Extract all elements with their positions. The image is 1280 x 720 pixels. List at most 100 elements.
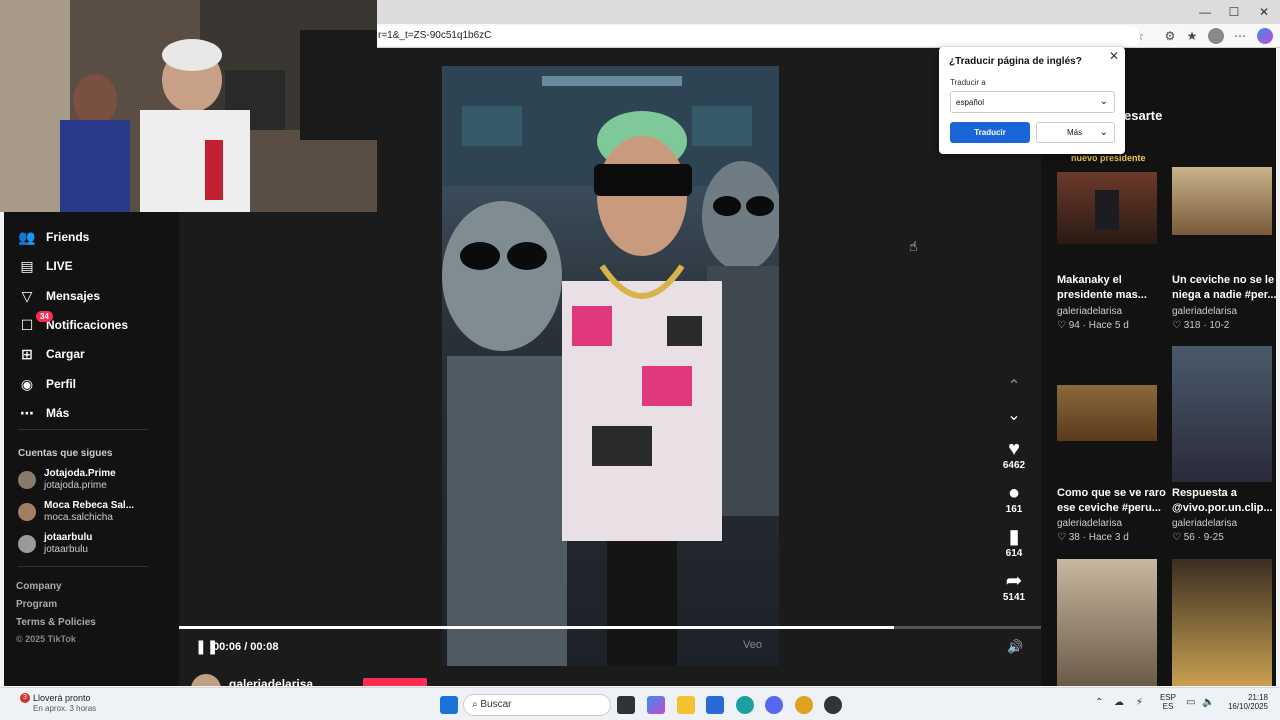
rec-meta: ♡ 318 · 10-2 [1172,320,1230,331]
video-frame[interactable] [442,66,779,666]
bookmark-button[interactable]: ▮ 614 [994,526,1034,559]
rec-likes: 38 [1068,532,1080,543]
rec-likes: 94 [1068,320,1080,331]
rec-thumbnail[interactable] [1057,559,1157,686]
windows-start-icon[interactable] [440,696,458,714]
follow-button[interactable] [363,678,427,686]
comment-button[interactable]: ● 161 [994,482,1034,515]
avatar [18,471,36,489]
sidebar-item-label: Notificaciones [46,318,129,332]
sidebar-item-messages[interactable]: ▽ Mensajes [18,284,100,308]
like-button[interactable]: ♥ 6462 [994,438,1034,471]
weather-title[interactable]: Lloverá pronto [33,693,91,703]
app-icon[interactable] [824,696,842,714]
following-item[interactable]: Jotajoda.Prime jotajoda.prime [18,468,116,492]
close-icon[interactable]: ✕ [1109,49,1119,63]
following-name: Moca Rebeca Sal... [44,500,135,511]
extensions-icon[interactable]: ⚙ [1162,28,1178,44]
volume-icon[interactable]: 🔈 [1202,697,1214,708]
volume-icon[interactable]: 🔊 [1007,639,1023,655]
cloud-icon[interactable]: ☁ [1114,697,1124,708]
sidebar-item-label: Perfil [46,377,77,391]
windows-taskbar: 3 Lloverá pronto En aprox. 3 horas ⌕ Bus… [0,687,1280,720]
sidebar-item-profile[interactable]: ◉ Perfil [18,372,76,396]
rec-meta: ♡ 38 · Hace 3 d [1057,532,1129,543]
rec-thumbnail[interactable] [1172,346,1272,482]
favorites-icon[interactable]: ★ [1184,28,1200,44]
minimize-button[interactable]: — [1190,2,1220,22]
progress-bar[interactable] [179,626,1041,629]
comment-icon: ● [1007,482,1021,504]
translate-title: ¿Traducir página de inglés? [949,56,1082,67]
profile-icon: ◉ [20,375,34,392]
network-icon[interactable]: ▭ [1186,697,1195,708]
avatar [18,503,36,521]
following-item[interactable]: jotaarbulu jotaarbulu [18,532,92,556]
recs-header: esarte [1124,108,1163,123]
sidebar-item-more[interactable]: ⋯ Más [18,401,69,425]
menu-more-icon[interactable]: ⋯ [1232,28,1248,44]
sidebar-item-label: Mensajes [46,289,101,303]
friends-icon: 👥 [18,228,36,245]
rec-thumbnail[interactable] [1172,167,1272,235]
prev-video-button[interactable]: ⌃ [994,376,1034,396]
divider [18,566,148,567]
next-video-button[interactable]: ⌄ [994,405,1034,425]
footer-link-company[interactable]: Company [16,581,62,592]
thumb-caption: nuevo presidente [1071,153,1146,163]
rec-likes: 318 [1183,320,1201,331]
sidebar-item-friends[interactable]: 👥 Friends [18,225,89,249]
rec-title[interactable]: Como que se ve raro ese ceviche #peru... [1057,486,1169,516]
rec-thumbnail[interactable] [1172,559,1272,686]
rec-title[interactable]: Respuesta a @vivo.por.un.clip... [1172,486,1276,516]
progress-fill [179,626,895,629]
translate-popup: ¿Traducir página de inglés? ✕ Traducir a… [939,47,1125,154]
avatar [18,535,36,553]
following-name: jotaarbulu [44,532,93,543]
search-placeholder: Buscar [480,699,512,710]
following-item[interactable]: Moca Rebeca Sal... moca.salchicha [18,500,134,524]
footer-link-program[interactable]: Program [16,599,57,610]
store-icon[interactable] [706,696,724,714]
chrome-icon[interactable] [795,696,813,714]
tray-app-icon[interactable]: ⚡ [1136,697,1143,708]
tray-chevron-icon[interactable]: ⌃ [1095,697,1103,708]
discord-icon[interactable] [765,696,783,714]
translate-button[interactable]: Traducir [950,122,1030,143]
taskbar-search[interactable]: ⌕ Buscar [463,694,611,716]
author-avatar[interactable] [191,674,221,686]
weather-badge: 3 [20,693,30,703]
rec-user[interactable]: galeriadelarisa [1057,306,1122,317]
maximize-button[interactable]: ☐ [1219,2,1249,22]
language-indicator[interactable]: ESP ES [1160,693,1176,711]
edge-browser-icon[interactable] [736,696,754,714]
following-title: Cuentas que sigues [18,448,113,459]
rec-thumbnail[interactable] [1057,385,1157,441]
footer-link-terms[interactable]: Terms & Policies [16,617,96,628]
sidebar-item-upload[interactable]: ⊞ Cargar [18,342,85,366]
rec-user[interactable]: galeriadelarisa [1057,518,1122,529]
more-button[interactable]: Más ⌄ [1036,122,1115,143]
rec-title[interactable]: Makanaky el presidente mas... [1057,273,1169,303]
rec-title[interactable]: Un ceviche no se le niega a nadie #per..… [1172,273,1276,303]
copilot-icon[interactable] [1257,28,1273,44]
profile-avatar-icon[interactable] [1208,28,1224,44]
bookmark-icon: ▮ [1008,526,1020,548]
author-name[interactable]: galeriadelarisa [229,677,313,686]
webcam-overlay [0,0,377,212]
veo-label: Veo [743,639,762,651]
copilot-app-icon[interactable] [647,696,665,714]
rec-user[interactable]: galeriadelarisa [1172,518,1237,529]
sidebar-item-notifications[interactable]: ☐ 34 Notificaciones [18,310,129,337]
copyright: © 2025 TikTok [16,634,76,644]
rec-user[interactable]: galeriadelarisa [1172,306,1237,317]
clock[interactable]: 21:18 16/10/2025 [1222,693,1268,711]
share-button[interactable]: ➦ 5141 [994,570,1034,603]
file-explorer-icon[interactable] [677,696,695,714]
close-window-button[interactable]: ✕ [1249,2,1279,22]
task-view-icon[interactable] [617,696,635,714]
language-select[interactable]: español ⌄ [950,91,1115,113]
rec-thumbnail[interactable] [1057,172,1157,244]
address-bar[interactable]: r=1&_t=ZS-90c51q1b6zC [370,26,1140,46]
sidebar-item-live[interactable]: ▤ LIVE [18,254,72,278]
